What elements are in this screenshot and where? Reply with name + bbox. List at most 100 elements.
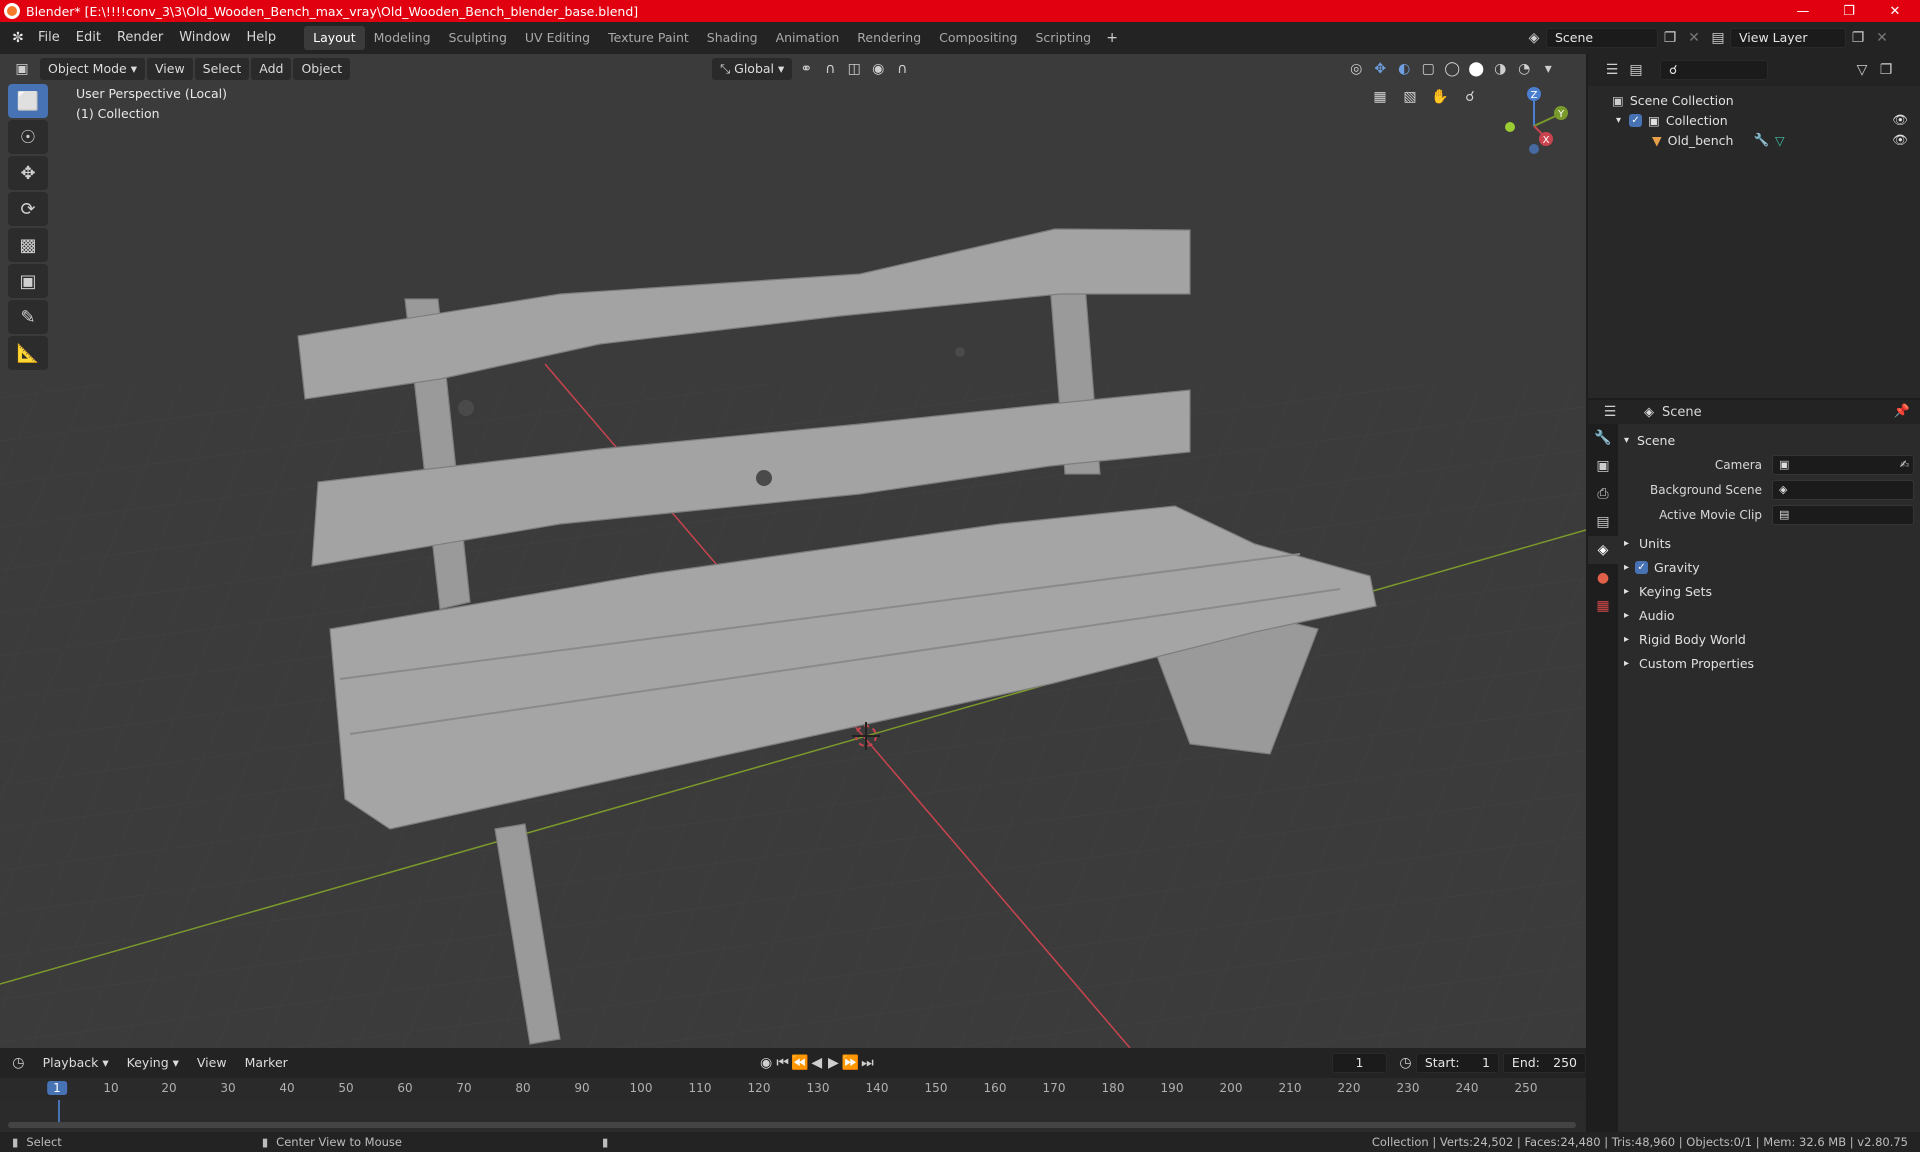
mode-selector[interactable]: Object Mode ▾ (40, 58, 145, 80)
solid-shading-icon[interactable]: ⬤ (1464, 58, 1488, 80)
outliner-row-old-bench[interactable]: ▼ Old_bench 🔧 ▽ 👁 (1588, 130, 1920, 150)
display-mode-icon[interactable]: ▤ (1624, 59, 1648, 81)
scene-panel-header[interactable]: ▾ Scene (1624, 428, 1914, 452)
tab-rendering[interactable]: Rendering (848, 26, 930, 50)
custom-properties-panel-header[interactable]: ▸ Custom Properties (1624, 651, 1914, 675)
move-tool-icon[interactable]: ✥ (8, 156, 48, 190)
overlays-toggle-icon[interactable]: ◐ (1392, 58, 1416, 80)
select-box-tool-icon[interactable]: ⬜ (8, 84, 48, 118)
grid-view-icon[interactable]: ▦ (1368, 86, 1392, 108)
gravity-panel-header[interactable]: ▸ ✓ Gravity (1624, 555, 1914, 579)
snap-target-icon[interactable]: ◫ (842, 58, 866, 80)
axis-gizmo[interactable]: Z Y X (1498, 82, 1578, 162)
collection-checkbox[interactable]: ✓ (1629, 113, 1643, 127)
current-frame-field[interactable]: 1 (1331, 1053, 1388, 1073)
viewport-menu-object[interactable]: Object (293, 58, 351, 80)
gizmo-toggle-icon[interactable]: ✥ (1368, 58, 1392, 80)
xray-toggle-icon[interactable]: ▢ (1416, 58, 1440, 80)
audio-panel-header[interactable]: ▸ Audio (1624, 603, 1914, 627)
camera-field[interactable]: ▣ ✍ (1772, 454, 1914, 475)
tab-sculpting[interactable]: Sculpting (440, 26, 516, 50)
menu-help[interactable]: Help (239, 26, 285, 50)
view-layer-browse-icon[interactable]: ▤ (1706, 27, 1730, 49)
cursor-tool-icon[interactable]: ☉ (8, 120, 48, 154)
viewport-menu-view[interactable]: View (147, 58, 193, 80)
prev-keyframe-icon[interactable]: ⏪ (791, 1052, 808, 1074)
timeline-menu-view[interactable]: View (189, 1052, 235, 1074)
filter-icon[interactable]: ▽ (1850, 59, 1874, 81)
timeline-menu-playback[interactable]: Playback ▾ (35, 1052, 117, 1074)
scale-tool-icon[interactable]: ▩ (8, 228, 48, 262)
delete-scene-icon[interactable]: ✕ (1682, 27, 1706, 49)
units-panel-header[interactable]: ▸ Units (1624, 531, 1914, 555)
shading-options-icon[interactable]: ▾ (1536, 58, 1560, 80)
mesh-data-icon[interactable]: ▽ (1775, 133, 1785, 148)
tab-uv-editing[interactable]: UV Editing (516, 26, 599, 50)
tab-shading[interactable]: Shading (698, 26, 767, 50)
preview-range-icon[interactable]: ◷ (1397, 1052, 1414, 1074)
pan-hand-icon[interactable]: ✋ (1428, 86, 1452, 108)
new-scene-icon[interactable]: ❐ (1658, 27, 1682, 49)
world-tab-icon[interactable]: ● (1588, 564, 1618, 592)
transform-tool-icon[interactable]: ▣ (8, 264, 48, 298)
menu-edit[interactable]: Edit (68, 26, 109, 50)
play-reverse-icon[interactable]: ◀ (808, 1052, 825, 1074)
background-scene-field[interactable]: ◈ (1772, 479, 1914, 500)
texture-tab-icon[interactable]: ▦ (1588, 592, 1618, 620)
zoom-icon[interactable]: ☌ (1458, 86, 1482, 108)
current-frame-indicator[interactable]: 1 (47, 1081, 67, 1095)
object-visibility-eye-icon[interactable]: 👁 (1892, 132, 1908, 148)
scene-browse-icon[interactable]: ◈ (1522, 27, 1546, 49)
navigation-gizmo[interactable]: ▦ ▧ ✋ ☌ Z Y X (1368, 86, 1588, 166)
minimize-icon[interactable]: — (1780, 0, 1826, 22)
3d-viewport[interactable] (0, 54, 1586, 1048)
tab-animation[interactable]: Animation (767, 26, 849, 50)
timeline-editor-type-icon[interactable]: ◷ (10, 1052, 27, 1074)
tab-texture-paint[interactable]: Texture Paint (599, 26, 698, 50)
maximize-icon[interactable]: ❐ (1826, 0, 1872, 22)
record-icon[interactable]: ◉ (758, 1052, 775, 1074)
editor-type-icon[interactable]: ▣ (10, 58, 34, 80)
viewport-menu-add[interactable]: Add (251, 58, 292, 80)
timeline-scrollbar[interactable] (8, 1122, 1576, 1128)
jump-start-icon[interactable]: ⏮ (774, 1052, 791, 1074)
pin-icon[interactable]: 📌 (1894, 404, 1910, 419)
gravity-checkbox[interactable]: ✓ (1635, 560, 1649, 574)
tab-compositing[interactable]: Compositing (930, 26, 1026, 50)
new-collection-icon[interactable]: ❐ (1874, 59, 1898, 81)
timeline-menu-marker[interactable]: Marker (237, 1052, 296, 1074)
blender-menu-icon[interactable]: ✼ (6, 27, 30, 49)
collection-visibility-eye-icon[interactable]: 👁 (1892, 112, 1908, 128)
render-tab-icon[interactable]: ▣ (1588, 452, 1618, 480)
tab-modeling[interactable]: Modeling (365, 26, 440, 50)
wireframe-shading-icon[interactable]: ◯ (1440, 58, 1464, 80)
outliner-row-scene-collection[interactable]: ▣ Scene Collection (1588, 90, 1920, 110)
modifier-wrench-icon[interactable]: 🔧 (1753, 132, 1769, 148)
menu-render[interactable]: Render (109, 26, 171, 50)
start-frame-field[interactable]: Start: 1 (1415, 1053, 1499, 1073)
outliner-search-input[interactable]: ☌ (1660, 60, 1768, 80)
proportional-edit-icon[interactable]: ◉ (866, 58, 890, 80)
eyedropper-icon[interactable]: ✍ (1900, 458, 1909, 471)
add-workspace-icon[interactable]: + (1100, 27, 1124, 49)
pivot-point-icon[interactable]: ⚭ (794, 58, 818, 80)
falloff-icon[interactable]: ∩ (890, 58, 914, 80)
delete-view-layer-icon[interactable]: ✕ (1870, 27, 1894, 49)
material-shading-icon[interactable]: ◑ (1488, 58, 1512, 80)
rigid-body-world-panel-header[interactable]: ▸ Rigid Body World (1624, 627, 1914, 651)
new-view-layer-icon[interactable]: ❐ (1846, 27, 1870, 49)
scene-name-field[interactable]: Scene (1546, 28, 1658, 48)
properties-editor-type-icon[interactable]: ☰ (1598, 401, 1622, 423)
timeline-menu-keying[interactable]: Keying ▾ (119, 1052, 187, 1074)
end-frame-field[interactable]: End: 250 (1502, 1053, 1587, 1073)
menu-file[interactable]: File (30, 26, 68, 50)
rotate-tool-icon[interactable]: ⟳ (8, 192, 48, 226)
keying-sets-panel-header[interactable]: ▸ Keying Sets (1624, 579, 1914, 603)
snap-icon[interactable]: ∩ (818, 58, 842, 80)
play-icon[interactable]: ▶ (825, 1052, 842, 1074)
transform-orientation-dropdown[interactable]: ⤡ Global ▾ (712, 58, 793, 80)
menu-window[interactable]: Window (171, 26, 238, 50)
tab-scripting[interactable]: Scripting (1027, 26, 1101, 50)
timeline-ruler[interactable]: 1 10 20 30 40 50 60 70 80 90 100 110 120… (0, 1078, 1586, 1100)
camera-view-icon[interactable]: ▧ (1398, 86, 1422, 108)
